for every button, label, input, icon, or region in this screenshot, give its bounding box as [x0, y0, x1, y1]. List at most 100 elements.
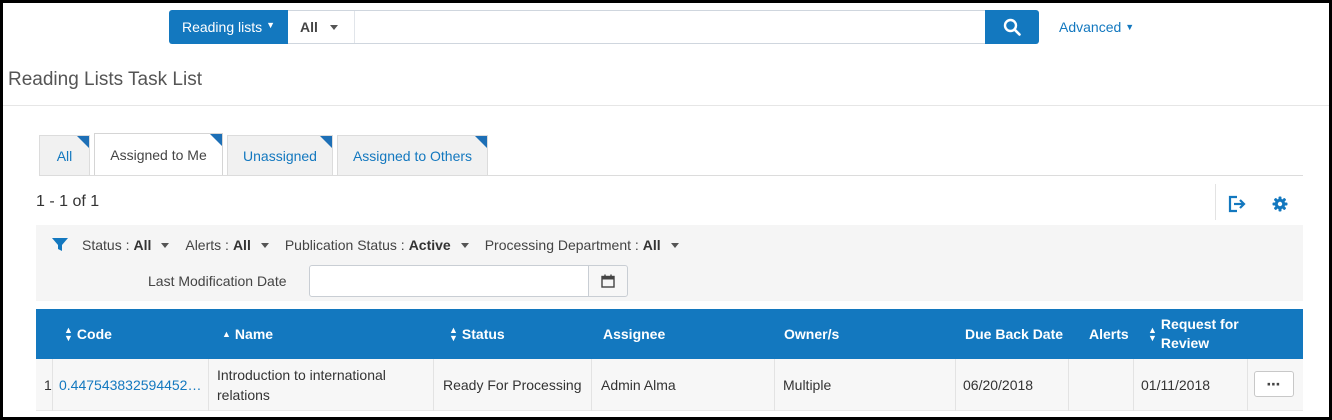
search-button[interactable] [985, 10, 1039, 44]
column-label: Code [76, 326, 112, 342]
sort-ascending-icon: ▲ [222, 329, 231, 339]
table-header: ▲ ▼ Code ▲ Name ▲ ▼ Status Assignee Owner/… [36, 309, 1303, 359]
result-count: 1 - 1 of 1 [36, 193, 100, 210]
column-label: Alerts [1089, 326, 1129, 342]
export-icon [1228, 195, 1246, 213]
chevron-down-icon [460, 242, 469, 248]
tab-corner-icon [475, 136, 487, 148]
tab-label: Assigned to Me [110, 147, 207, 163]
divider [208, 359, 209, 411]
page-title: Reading Lists Task List [8, 69, 202, 90]
tab-unassigned[interactable]: Unassigned [227, 135, 333, 176]
column-label: Assignee [603, 326, 666, 342]
filter-label: Status : [82, 237, 130, 253]
chevron-down-icon [670, 242, 679, 248]
column-header-name[interactable]: ▲ Name [222, 309, 273, 359]
last-modification-date-input[interactable] [309, 265, 589, 297]
calendar-icon [601, 274, 615, 288]
gear-icon [1272, 196, 1288, 212]
tab-assigned-to-others[interactable]: Assigned to Others [337, 135, 488, 176]
chevron-down-icon [260, 242, 269, 248]
column-header-owners[interactable]: Owner/s [784, 309, 839, 359]
search-bar: Reading lists ▼ All [169, 10, 1039, 44]
tab-bar: All Assigned to Me Unassigned Assigned t… [39, 133, 488, 176]
export-button[interactable] [1226, 193, 1248, 215]
request-for-review-cell: 01/11/2018 [1141, 377, 1211, 393]
column-label: Name [234, 326, 274, 342]
sort-icon: ▲ ▼ [64, 325, 73, 343]
filter-value: All [133, 237, 152, 253]
due-back-date-cell: 06/20/2018 [963, 377, 1034, 393]
tab-all[interactable]: All [39, 135, 90, 176]
divider [774, 359, 775, 411]
search-filter-label: All [300, 19, 318, 35]
divider [39, 175, 1303, 176]
advanced-search-label: Advanced [1059, 19, 1122, 35]
column-header-assignee[interactable]: Assignee [603, 309, 665, 359]
name-line: relations [217, 387, 270, 403]
divider [52, 359, 53, 411]
name-cell: Introduction to international relations [217, 359, 386, 411]
owners-cell: Multiple [783, 377, 832, 393]
filter-value: Active [408, 237, 451, 253]
search-icon [1003, 18, 1021, 36]
chevron-down-icon [161, 242, 170, 248]
tab-assigned-to-me[interactable]: Assigned to Me [94, 133, 223, 176]
search-scope-label: Reading lists [181, 19, 263, 35]
divider [1068, 359, 1069, 411]
publication-status-filter[interactable]: Publication Status : Active [285, 237, 469, 253]
search-field: All [288, 10, 985, 44]
tab-corner-icon [210, 134, 222, 146]
column-label-line: Request for [1160, 316, 1239, 332]
divider [3, 105, 1329, 106]
assignee-cell: Admin Alma [601, 377, 676, 393]
filter-label: Publication Status : [284, 237, 405, 253]
search-filter-dropdown[interactable]: All [288, 11, 355, 43]
sort-icon: ▲ ▼ [449, 325, 458, 343]
date-picker-button[interactable] [588, 265, 628, 297]
alerts-filter[interactable]: Alerts : All [185, 237, 269, 253]
column-header-code[interactable]: ▲ ▼ Code [64, 309, 112, 359]
filter-label: Alerts : [185, 237, 229, 253]
name-line: Introduction to international [217, 367, 386, 383]
column-label: Due Back Date [965, 326, 1064, 342]
status-filter[interactable]: Status : All [82, 237, 170, 253]
column-label: Status [461, 326, 505, 342]
advanced-search-link[interactable]: Advanced ▼ [1059, 19, 1134, 35]
tab-corner-icon [320, 136, 332, 148]
tab-label: All [56, 148, 73, 164]
search-input[interactable] [354, 11, 985, 43]
divider [591, 359, 592, 411]
processing-department-filter[interactable]: Processing Department : All [485, 237, 679, 253]
sort-icon: ▲ ▼ [1148, 325, 1157, 343]
column-header-alerts[interactable]: Alerts [1089, 309, 1129, 359]
caret-down-icon: ▼ [1125, 22, 1135, 32]
tab-label: Assigned to Others [352, 148, 473, 164]
divider [1133, 359, 1134, 411]
tab-corner-icon [77, 136, 89, 148]
column-header-status[interactable]: ▲ ▼ Status [449, 309, 505, 359]
chevron-down-icon [329, 24, 338, 30]
divider [1247, 359, 1248, 411]
status-cell: Ready For Processing [443, 377, 582, 393]
code-link[interactable]: 0.447543832594452… [59, 359, 209, 411]
filter-icon [52, 238, 68, 251]
last-modification-date-label: Last Modification Date [148, 273, 287, 289]
row-index: 1 [44, 377, 52, 393]
divider [1215, 184, 1216, 220]
more-icon: ⋯ [1266, 375, 1282, 392]
tab-label: Unassigned [243, 148, 317, 164]
table-row: 1 0.447543832594452… Introduction to int… [36, 359, 1303, 411]
row-actions-button[interactable]: ⋯ [1254, 371, 1294, 397]
caret-down-icon: ▼ [266, 20, 276, 30]
column-header-request-for-review[interactable]: ▲ ▼ Request for Review [1148, 309, 1239, 359]
column-header-due-back-date[interactable]: Due Back Date [965, 309, 1063, 359]
filter-value: All [232, 237, 251, 253]
filter-label: Processing Department : [484, 237, 639, 253]
column-label-line: Review [1160, 335, 1210, 351]
search-scope-button[interactable]: Reading lists ▼ [169, 10, 288, 44]
table-settings-button[interactable] [1269, 193, 1291, 215]
column-label: Request for Review [1161, 315, 1239, 353]
facet-row: Status : All Alerts : All Publication St… [52, 237, 695, 253]
filter-value: All [642, 237, 661, 253]
